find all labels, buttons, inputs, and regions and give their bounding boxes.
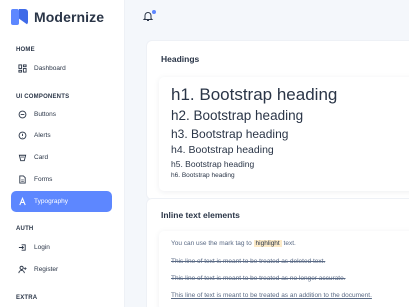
headings-box: h1. Bootstrap heading h2. Bootstrap head… bbox=[159, 77, 409, 191]
sidebar-item-label: Register bbox=[34, 266, 59, 273]
sidebar: Modernize HOME Dashboard UI COMPONENTS B… bbox=[0, 0, 125, 307]
layout-dashboard-icon bbox=[17, 64, 27, 74]
sidebar-item-label: Buttons bbox=[34, 111, 57, 118]
cards-icon bbox=[17, 153, 27, 163]
sidebar-item-label: Card bbox=[34, 154, 49, 161]
file-description-icon bbox=[17, 175, 27, 185]
sidebar-item-label: Alerts bbox=[34, 132, 51, 139]
mark-text-line: You can use the mark tag to highlight te… bbox=[171, 240, 296, 247]
sidebar-item-buttons[interactable]: Buttons bbox=[11, 104, 112, 125]
sidebar-item-label: Forms bbox=[34, 176, 53, 183]
heading-h2: h2. Bootstrap heading bbox=[171, 108, 304, 123]
heading-h6: h6. Bootstrap heading bbox=[171, 172, 235, 179]
highlighted-text: highlight bbox=[253, 240, 282, 247]
deleted-text-line: This line of text is meant to be treated… bbox=[171, 258, 326, 265]
section-title-extra: EXTRA bbox=[16, 295, 38, 301]
mark-prefix: You can use the mark tag to bbox=[171, 240, 254, 247]
logo-icon bbox=[11, 9, 28, 25]
typography-icon bbox=[17, 197, 27, 207]
alert-circle-icon bbox=[17, 131, 27, 141]
heading-h3: h3. Bootstrap heading bbox=[171, 127, 289, 141]
inline-text-card: Inline text elements You can use the mar… bbox=[146, 198, 409, 307]
sidebar-item-card[interactable]: Card bbox=[11, 147, 112, 168]
sidebar-item-alerts[interactable]: Alerts bbox=[11, 125, 112, 146]
brand-logo[interactable]: Modernize bbox=[11, 8, 104, 26]
strikethrough-text-line: This line of text is meant to be treated… bbox=[171, 275, 346, 282]
sidebar-item-login[interactable]: Login bbox=[11, 237, 112, 258]
sidebar-item-register[interactable]: Register bbox=[11, 259, 112, 280]
section-title-auth: AUTH bbox=[16, 226, 34, 232]
headings-card: Headings h1. Bootstrap heading h2. Boots… bbox=[146, 40, 409, 200]
brand-name: Modernize bbox=[34, 9, 105, 25]
section-title-ui-components: UI COMPONENTS bbox=[16, 94, 70, 100]
inserted-text-line: This line of text is meant to be treated… bbox=[171, 292, 372, 299]
section-title-home: HOME bbox=[16, 47, 35, 53]
sidebar-item-dashboard[interactable]: Dashboard bbox=[11, 58, 112, 79]
notification-badge bbox=[152, 10, 156, 14]
user-plus-icon bbox=[17, 265, 27, 275]
sidebar-item-typography[interactable]: Typography bbox=[11, 191, 112, 212]
sidebar-item-label: Typography bbox=[34, 198, 68, 205]
button-icon bbox=[17, 110, 27, 120]
sidebar-item-forms[interactable]: Forms bbox=[11, 169, 112, 190]
card-title: Headings bbox=[161, 54, 200, 64]
heading-h1: h1. Bootstrap heading bbox=[171, 85, 338, 104]
heading-h5: h5. Bootstrap heading bbox=[171, 159, 255, 169]
mark-suffix: text. bbox=[281, 240, 296, 247]
login-icon bbox=[17, 243, 27, 253]
card-title: Inline text elements bbox=[161, 210, 240, 220]
heading-h4: h4. Bootstrap heading bbox=[171, 144, 274, 156]
sidebar-item-label: Login bbox=[34, 244, 50, 251]
inline-text-box: You can use the mark tag to highlight te… bbox=[159, 231, 409, 307]
sidebar-item-label: Dashboard bbox=[34, 65, 66, 72]
